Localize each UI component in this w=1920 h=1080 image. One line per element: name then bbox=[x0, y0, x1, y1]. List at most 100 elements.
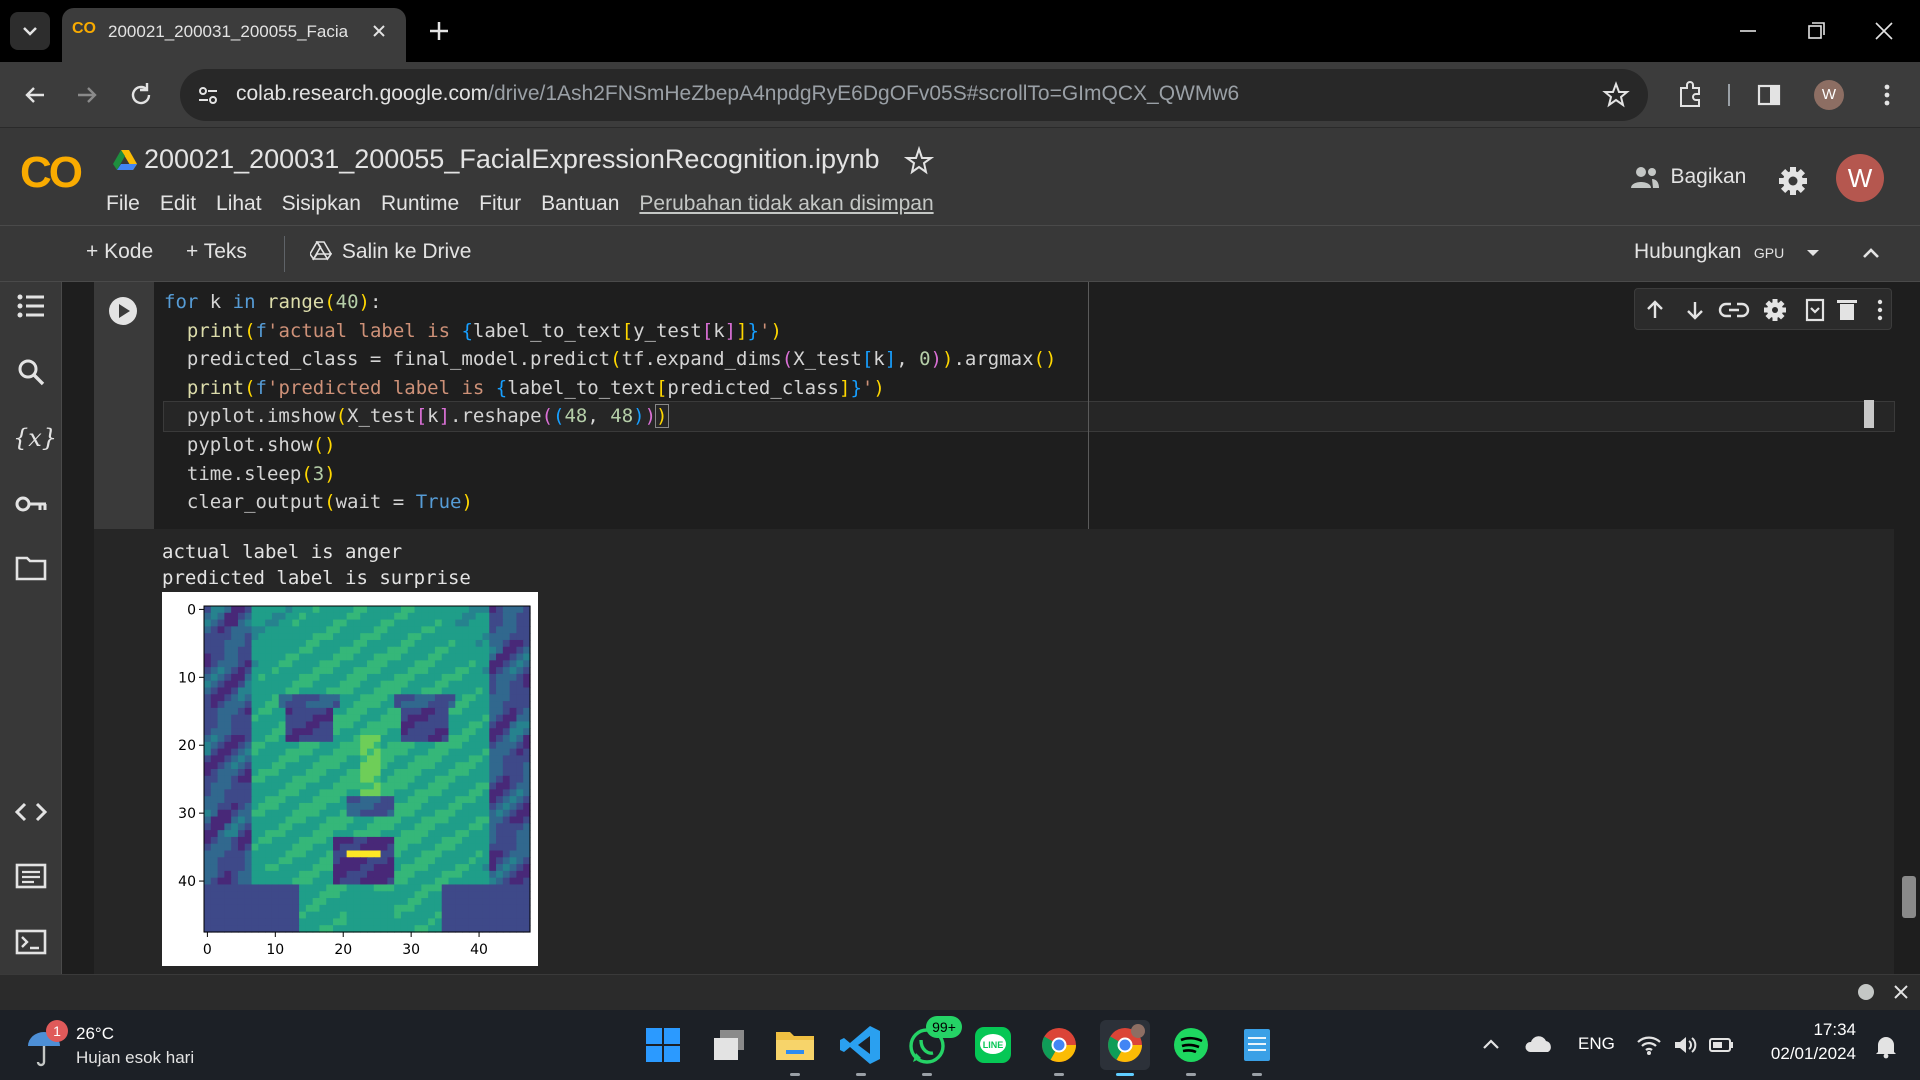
mirror-cell-icon[interactable] bbox=[1805, 298, 1825, 322]
table-of-contents-icon[interactable] bbox=[13, 288, 49, 324]
move-down-icon[interactable] bbox=[1687, 302, 1703, 320]
volume-icon[interactable] bbox=[1672, 1032, 1698, 1058]
line-app[interactable]: LINE bbox=[968, 1020, 1018, 1070]
show-hidden-icons-button[interactable] bbox=[1478, 1032, 1504, 1058]
star-notebook-button[interactable] bbox=[904, 146, 934, 176]
address-bar[interactable]: colab.research.google.com/drive/1Ash2FNS… bbox=[180, 69, 1648, 121]
task-view-button[interactable] bbox=[704, 1020, 754, 1070]
terminal-icon[interactable] bbox=[13, 924, 49, 960]
menu-edit[interactable]: Edit bbox=[160, 192, 196, 215]
heatmap-pixel bbox=[482, 721, 490, 729]
clock[interactable]: 17:34 02/01/2024 bbox=[1756, 1020, 1856, 1064]
heatmap-pixel bbox=[224, 775, 232, 784]
battery-icon[interactable] bbox=[1708, 1032, 1736, 1058]
menu-insert[interactable]: Sisipkan bbox=[282, 192, 361, 215]
browser-menu-button[interactable] bbox=[1872, 78, 1902, 112]
whatsapp-app[interactable]: 99+ bbox=[902, 1016, 962, 1076]
bookmark-star-button[interactable] bbox=[1602, 81, 1630, 109]
heatmap-pixel bbox=[468, 653, 477, 661]
code-editor[interactable]: for k in range(40): print(f'actual label… bbox=[154, 282, 1895, 529]
forward-button[interactable] bbox=[68, 76, 106, 114]
heatmap-pixel bbox=[502, 721, 511, 729]
heatmap-pixel bbox=[367, 673, 375, 682]
onedrive-icon[interactable] bbox=[1524, 1032, 1554, 1058]
menu-file[interactable]: File bbox=[106, 192, 140, 215]
chrome-app-1[interactable] bbox=[1034, 1020, 1084, 1076]
heatmap-pixel bbox=[516, 735, 524, 743]
start-button[interactable] bbox=[638, 1020, 688, 1070]
delete-icon[interactable] bbox=[1837, 300, 1857, 320]
chrome-app-2[interactable] bbox=[1100, 1020, 1150, 1076]
heatmap-pixel bbox=[360, 816, 368, 824]
search-icon[interactable] bbox=[13, 354, 49, 390]
extensions-button[interactable] bbox=[1674, 78, 1708, 112]
restore-button[interactable] bbox=[1798, 14, 1834, 48]
settings-button[interactable] bbox=[1776, 164, 1810, 198]
file-explorer-app[interactable] bbox=[770, 1020, 820, 1076]
reload-button[interactable] bbox=[122, 76, 160, 114]
spotify-app[interactable] bbox=[1166, 1020, 1216, 1076]
user-avatar[interactable]: W bbox=[1836, 154, 1884, 202]
heatmap-pixel bbox=[367, 843, 375, 852]
runtime-dropdown-button[interactable] bbox=[1800, 240, 1826, 266]
variables-icon[interactable]: {x} bbox=[13, 420, 57, 456]
status-close-button[interactable] bbox=[1890, 981, 1912, 1003]
link-icon[interactable] bbox=[1718, 302, 1750, 318]
run-cell-button[interactable] bbox=[108, 296, 138, 326]
wifi-icon[interactable] bbox=[1636, 1032, 1662, 1058]
browser-tab-active[interactable]: CO 200021_200031_200055_FacialE bbox=[62, 8, 406, 62]
weather-widget[interactable]: 1 26°C Hujan esok hari bbox=[26, 1020, 226, 1072]
collapse-header-button[interactable] bbox=[1856, 238, 1886, 268]
heatmap-pixel bbox=[448, 911, 456, 920]
copy-to-drive-button[interactable]: Salin ke Drive bbox=[310, 240, 471, 264]
close-window-button[interactable] bbox=[1866, 14, 1902, 48]
heatmap-pixel bbox=[271, 864, 280, 872]
editor-scrollbar-thumb[interactable] bbox=[1864, 400, 1874, 428]
heatmap-pixel bbox=[475, 735, 484, 743]
notebook-title[interactable]: 200021_200031_200055_FacialExpressionRec… bbox=[144, 144, 880, 175]
heatmap-pixel bbox=[421, 789, 429, 797]
heatmap-pixel bbox=[237, 884, 246, 892]
add-text-button[interactable]: + Teks bbox=[186, 240, 247, 264]
code-snippets-icon[interactable] bbox=[13, 794, 49, 830]
notepad-app[interactable] bbox=[1232, 1020, 1282, 1076]
key-icon[interactable] bbox=[13, 486, 49, 522]
heatmap-pixel bbox=[400, 789, 409, 797]
more-vert-icon[interactable] bbox=[1877, 299, 1883, 321]
command-palette-icon[interactable] bbox=[13, 858, 49, 894]
vscode-app[interactable] bbox=[836, 1020, 886, 1076]
unsaved-notice-link[interactable]: Perubahan tidak akan disimpan bbox=[639, 192, 933, 215]
menu-tools[interactable]: Fitur bbox=[479, 192, 521, 215]
move-up-icon[interactable] bbox=[1647, 300, 1663, 318]
tab-search-button[interactable] bbox=[10, 12, 50, 50]
connect-button[interactable]: Hubungkan GPU bbox=[1634, 240, 1784, 264]
heatmap-pixel bbox=[265, 836, 273, 845]
tab-close-button[interactable] bbox=[364, 16, 394, 46]
colab-logo[interactable]: CO bbox=[20, 148, 83, 198]
side-panel-button[interactable] bbox=[1752, 78, 1786, 112]
heatmap-pixel bbox=[333, 639, 341, 648]
menu-view[interactable]: Lihat bbox=[216, 192, 262, 215]
language-indicator[interactable]: ENG bbox=[1578, 1034, 1615, 1054]
menu-help[interactable]: Bantuan bbox=[541, 192, 619, 215]
notifications-icon[interactable] bbox=[1872, 1032, 1900, 1060]
share-button[interactable]: Bagikan bbox=[1630, 164, 1746, 204]
minimize-button[interactable] bbox=[1730, 14, 1766, 48]
heatmap-pixel bbox=[258, 748, 266, 757]
site-info-icon[interactable] bbox=[196, 83, 220, 107]
folder-icon[interactable] bbox=[13, 550, 49, 586]
cell-settings-icon[interactable] bbox=[1764, 299, 1786, 321]
heatmap-pixel bbox=[271, 694, 280, 702]
menu-runtime[interactable]: Runtime bbox=[381, 192, 459, 215]
heatmap-pixel bbox=[441, 639, 450, 648]
heatmap-pixel bbox=[489, 911, 497, 920]
heatmap-pixel bbox=[251, 721, 259, 729]
heatmap-pixel bbox=[496, 904, 504, 913]
heatmap-pixel bbox=[333, 911, 341, 920]
back-button[interactable] bbox=[16, 76, 54, 114]
new-tab-button[interactable] bbox=[422, 14, 456, 48]
notebook-scrollbar-thumb[interactable] bbox=[1902, 876, 1916, 918]
add-code-button[interactable]: + Kode bbox=[86, 240, 153, 264]
profile-avatar[interactable]: W bbox=[1814, 80, 1844, 110]
code-cell[interactable]: for k in range(40): print(f'actual label… bbox=[94, 282, 1895, 529]
